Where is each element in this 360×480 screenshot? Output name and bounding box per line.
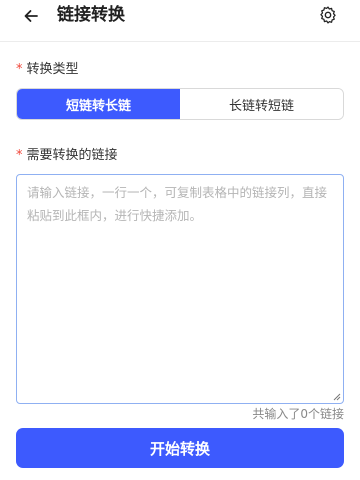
back-button[interactable]	[18, 4, 44, 28]
link-count-text: 共输入了0个链接	[252, 407, 344, 421]
conversion-type-label: * 转换类型	[16, 61, 79, 79]
arrow-left-icon	[24, 10, 38, 22]
conversion-type-toggle: 短链转长链 长链转短链	[16, 88, 344, 120]
links-label-text: 需要转换的链接	[26, 148, 118, 163]
settings-button[interactable]	[316, 3, 340, 27]
resize-grip-icon[interactable]	[333, 393, 341, 401]
required-mark: *	[16, 62, 23, 77]
required-mark: *	[16, 148, 23, 163]
app-header: 链接转换	[0, 0, 360, 42]
links-label: * 需要转换的链接	[16, 147, 118, 165]
gear-icon	[320, 6, 336, 24]
start-conversion-button[interactable]: 开始转换	[16, 428, 344, 468]
page-title: 链接转换	[57, 5, 125, 25]
links-textarea[interactable]	[17, 175, 343, 403]
option-short-to-long[interactable]: 短链转长链	[17, 89, 180, 119]
links-input-container	[16, 174, 344, 404]
option-long-to-short[interactable]: 长链转短链	[180, 89, 343, 119]
conversion-type-text: 转换类型	[26, 62, 79, 77]
